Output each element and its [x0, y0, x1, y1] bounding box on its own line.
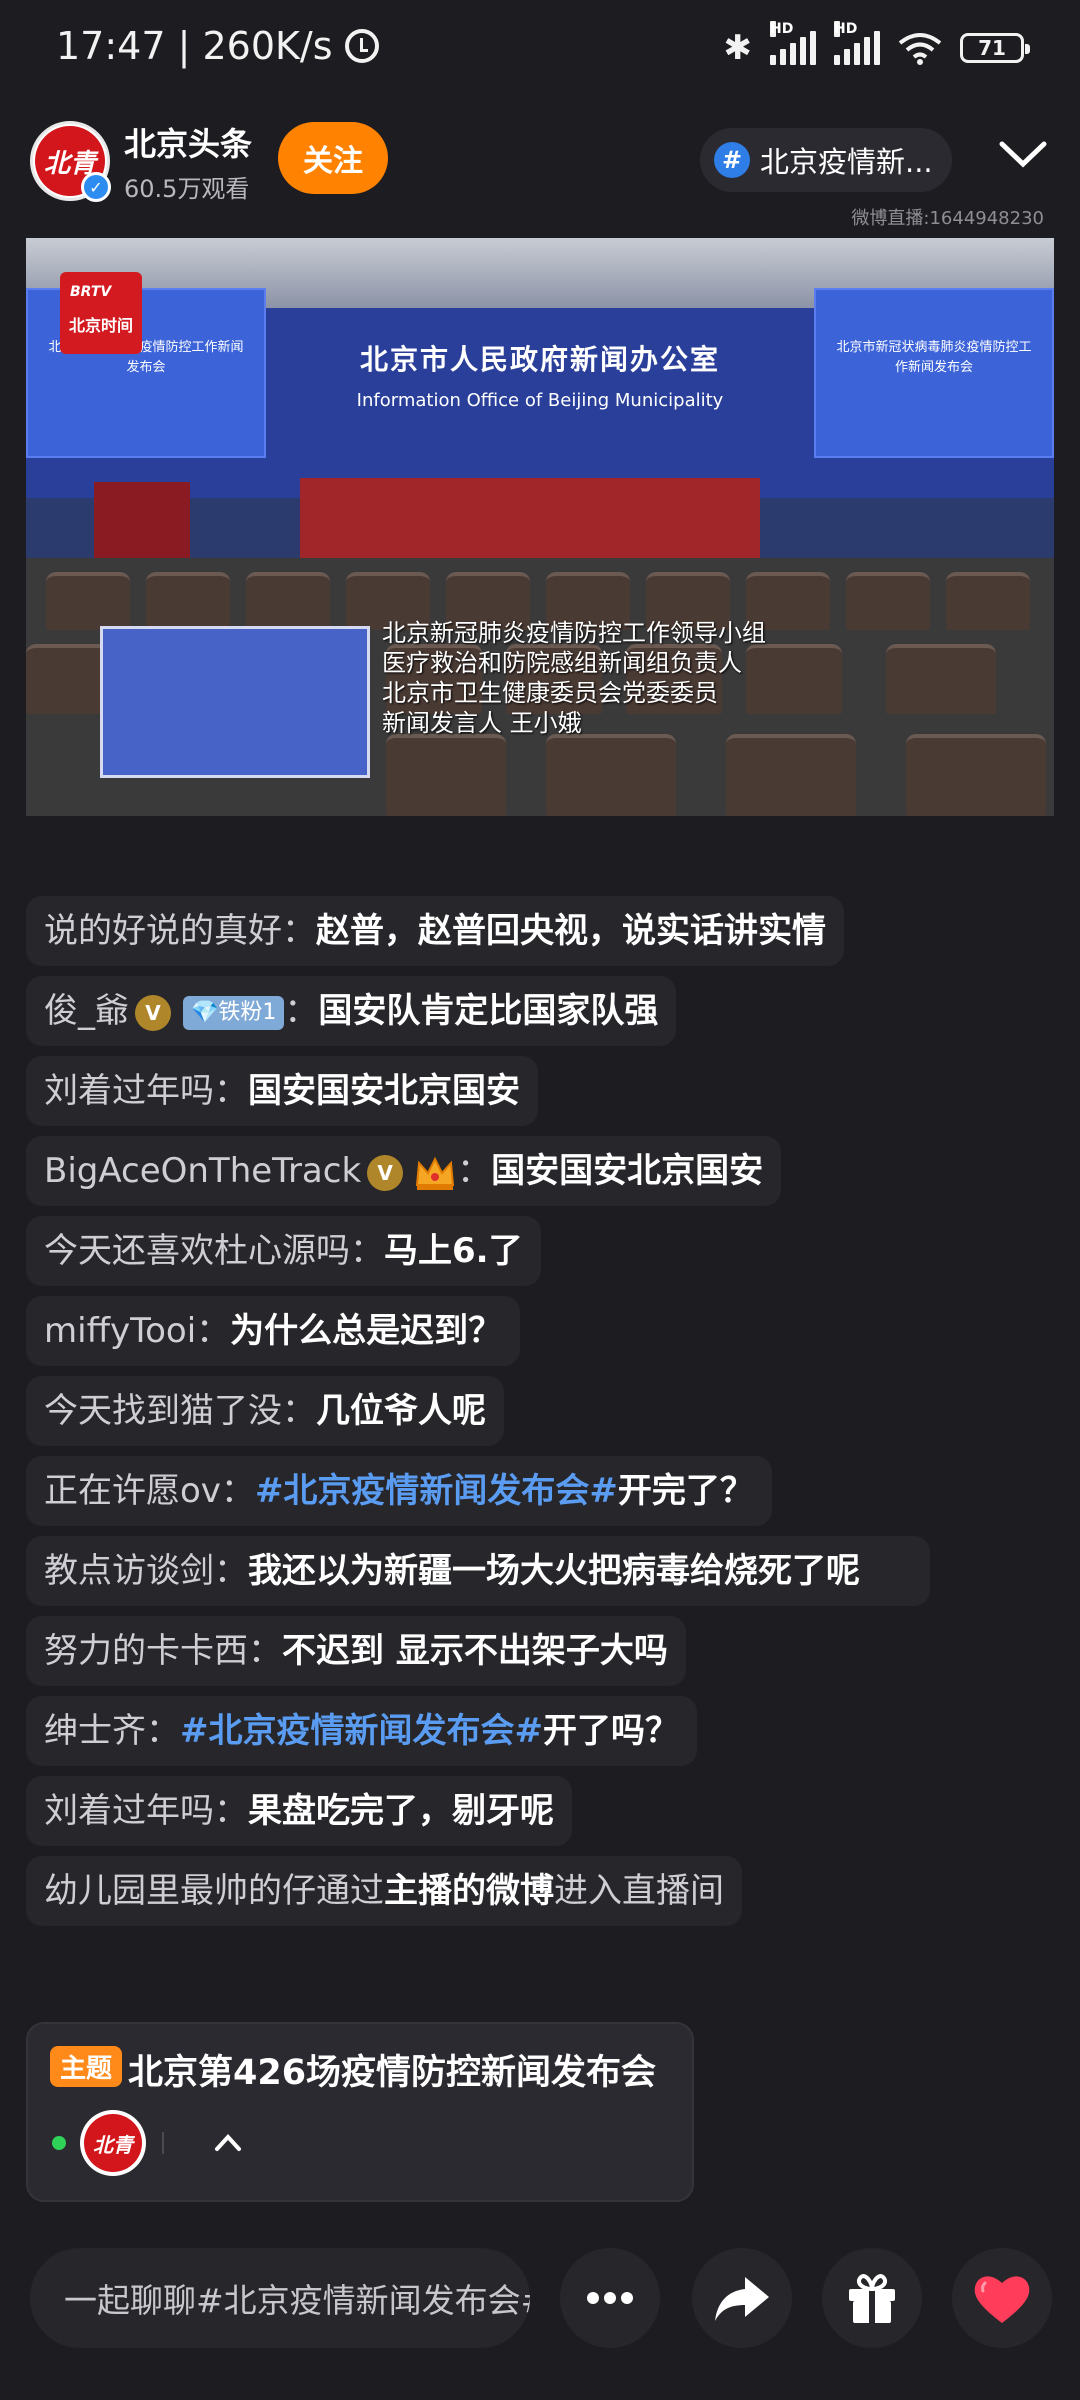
bluetooth-icon: ✱ — [723, 28, 753, 68]
topic-pill[interactable]: # 北京疫情新... — [700, 128, 952, 192]
chat-message[interactable]: 刘着过年吗：果盘吃完了，剔牙呢 — [26, 1776, 572, 1846]
gift-icon — [849, 2274, 895, 2323]
chevron-down-icon[interactable] — [998, 140, 1048, 170]
vip-badge-icon: V — [135, 994, 171, 1031]
status-left: 17:47 | 260K/s — [56, 24, 379, 68]
vip-badge-icon: V — [367, 1154, 404, 1191]
hashtag-link[interactable]: #北京疫情新闻发布会# — [255, 1471, 618, 1511]
signal-icon: HD — [770, 21, 816, 65]
live-dot-icon — [52, 2136, 66, 2150]
gift-button[interactable] — [822, 2248, 922, 2348]
picture-in-picture — [100, 626, 370, 778]
share-icon — [715, 2277, 769, 2321]
chat-message[interactable]: 说的好说的真好：赵普，赵普回央视，说实话讲实情 — [26, 896, 844, 966]
topic-title: 北京第426场疫情防控新闻发布会 — [128, 2053, 657, 2093]
alarm-icon — [344, 29, 379, 63]
wifi-icon — [898, 31, 942, 65]
host-name: 北京头条 — [124, 124, 253, 163]
fan-badge: 💎铁粉1 — [183, 995, 285, 1030]
live-video[interactable]: 北京市新冠肺炎疫情防控工作新闻发布会 北京市新冠状病毒肺炎疫情防控工作新闻发布会… — [26, 238, 1054, 816]
hashtag-icon: # — [714, 142, 750, 178]
bottom-bar: 一起聊聊#北京疫情新闻发布会# — [0, 2240, 1080, 2350]
chat-message[interactable]: 教点访谈剑：我还以为新疆一场大火把病毒给烧死了呢 — [26, 1536, 930, 1606]
speaker-caption: 北京新冠肺炎疫情防控工作领导小组 医疗救治和防院感组新闻组负责人 北京市卫生健康… — [382, 619, 766, 737]
chat-message[interactable]: BigAceOnTheTrack V ：国安国安北京国安 — [26, 1136, 782, 1206]
chat-message[interactable]: 俊_爺 V 💎铁粉1 ：国安队肯定比国家队强 — [26, 976, 677, 1046]
chat-message[interactable]: 今天找到猫了没：几位爷人呢 — [26, 1376, 504, 1446]
chat-list[interactable]: 说的好说的真好：赵普，赵普回央视，说实话讲实情 俊_爺 V 💎铁粉1 ：国安队肯定比国… — [26, 896, 1026, 1936]
status-right: ✱ HD HD 71 — [723, 21, 1030, 68]
verified-icon: ✓ — [81, 172, 111, 202]
live-header: 北青 ✓ 北京头条 60.5万观看 关注 # 北京疫情新... — [0, 110, 1080, 210]
host-text: 北京头条 60.5万观看 — [124, 119, 252, 204]
video-stage — [300, 478, 760, 558]
more-icon — [587, 2292, 633, 2304]
chat-message[interactable]: 绅士齐：#北京疫情新闻发布会#开了吗？ — [26, 1696, 697, 1766]
avatar[interactable]: 北青 — [80, 2110, 146, 2176]
weibo-live-id: 微博直播:1644948230 — [851, 208, 1044, 229]
share-button[interactable] — [692, 2248, 792, 2348]
battery-icon: 71 — [960, 33, 1030, 63]
chat-message[interactable]: miffyTooi：为什么总是迟到？ — [26, 1296, 521, 1366]
avatar[interactable]: 北青 ✓ — [30, 121, 111, 202]
video-side-screen-right: 北京市新冠状病毒肺炎疫情防控工作新闻发布会 — [814, 288, 1054, 458]
chat-message[interactable]: 正在许愿ov：#北京疫情新闻发布会#开完了？ — [26, 1456, 772, 1526]
brtv-logo: BRTV 北京时间 — [60, 272, 142, 354]
chat-message[interactable]: 今天还喜欢杜心源吗：马上6.了 — [26, 1216, 541, 1286]
divider — [162, 2132, 164, 2154]
chat-message[interactable]: 努力的卡卡西：不迟到 显示不出架子大吗 — [26, 1616, 686, 1686]
crown-icon — [416, 1156, 455, 1190]
chat-input[interactable]: 一起聊聊#北京疫情新闻发布会# — [30, 2248, 530, 2348]
topic-tag: 主题 — [50, 2046, 123, 2087]
chat-message[interactable]: 刘着过年吗：国安国安北京国安 — [26, 1056, 538, 1126]
signal-icon-2: HD — [834, 21, 880, 65]
video-backdrop-title: 北京市人民政府新闻办公室 Information Office of Beiji… — [356, 343, 724, 411]
follow-button[interactable]: 关注 — [278, 122, 388, 194]
hashtag-link[interactable]: #北京疫情新闻发布会# — [180, 1711, 543, 1751]
heart-icon — [974, 2276, 1030, 2323]
topic-pill-text: 北京疫情新... — [760, 145, 933, 179]
view-count: 60.5万观看 — [124, 174, 250, 203]
like-button[interactable] — [952, 2248, 1052, 2348]
chevron-up-icon[interactable] — [214, 2132, 242, 2152]
clock-and-speed: 17:47 | 260K/s — [56, 24, 333, 68]
video-podium — [94, 482, 190, 562]
more-button[interactable] — [560, 2248, 660, 2348]
status-bar: 17:47 | 260K/s ✱ HD HD 71 — [0, 0, 1080, 100]
topic-card[interactable]: 主题 北京第426场疫情防控新闻发布会 北青 — [26, 2022, 694, 2202]
join-notice: 幼儿园里最帅的仔通过主播的微博进入直播间 — [26, 1856, 742, 1926]
